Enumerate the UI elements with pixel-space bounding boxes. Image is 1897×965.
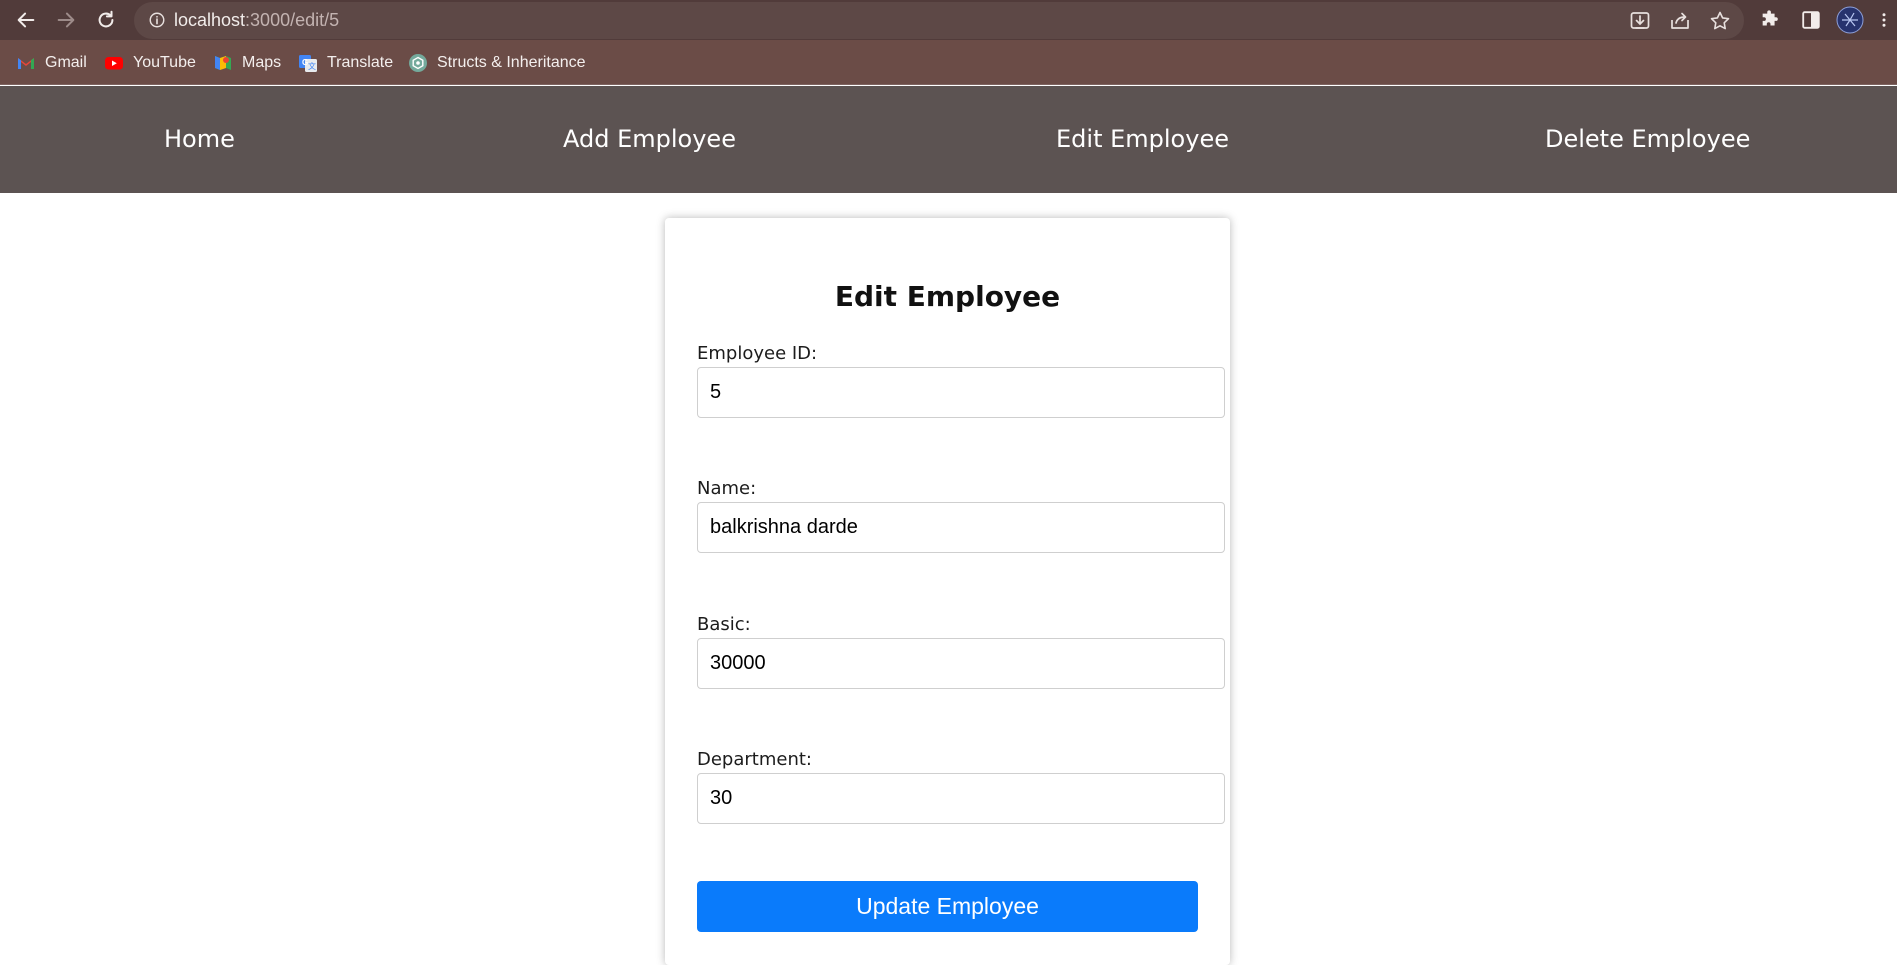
name-input[interactable] (697, 502, 1225, 553)
url-host: localhost (174, 10, 246, 30)
bookmark-label: YouTube (133, 54, 196, 71)
basic-input[interactable] (697, 638, 1225, 689)
forward-button[interactable] (50, 4, 82, 36)
back-button[interactable] (10, 4, 42, 36)
nav-edit-employee-link[interactable]: Edit Employee (1056, 124, 1229, 154)
youtube-icon (105, 57, 123, 70)
bookmark-label: Gmail (45, 54, 87, 71)
maps-icon (215, 56, 231, 70)
employee-id-input[interactable] (697, 367, 1225, 418)
nav-add-employee-link[interactable]: Add Employee (563, 124, 736, 154)
side-panel-icon (1802, 11, 1820, 29)
arrow-right-icon (57, 12, 75, 28)
translate-icon: G文 (299, 55, 317, 72)
bookmark-star-icon[interactable] (1708, 9, 1732, 33)
address-bar[interactable]: localhost:3000/edit/5 (134, 2, 1744, 39)
bookmark-gmail[interactable]: Gmail (16, 51, 87, 75)
arrow-left-icon (17, 12, 35, 28)
bookmark-structs-inheritance[interactable]: Structs & Inheritance (408, 51, 586, 75)
app-navbar: Home Add Employee Edit Employee Delete E… (0, 86, 1897, 193)
bookmark-label: Translate (327, 54, 394, 71)
department-input[interactable] (697, 773, 1225, 824)
edit-employee-form: Edit Employee Employee ID: Name: Basic: … (665, 218, 1230, 965)
chatgpt-icon (409, 54, 427, 72)
puzzle-icon (1762, 10, 1778, 26)
gmail-icon (18, 58, 34, 69)
more-vertical-icon (1882, 13, 1886, 27)
url-path: :3000/edit/5 (245, 10, 340, 30)
form-title: Edit Employee (834, 280, 1061, 313)
bookmark-translate[interactable]: G文 Translate (298, 51, 393, 75)
nav-delete-employee-link[interactable]: Delete Employee (1545, 124, 1750, 154)
reload-button[interactable] (90, 4, 122, 36)
svg-text:文: 文 (308, 61, 316, 71)
menu-button[interactable] (1874, 6, 1894, 34)
reload-icon (98, 10, 114, 28)
bookmark-label: Maps (242, 54, 282, 71)
extensions-button[interactable] (1756, 6, 1784, 34)
update-employee-button[interactable]: Update Employee (697, 881, 1198, 932)
nav-home-link[interactable]: Home (164, 124, 235, 154)
employee-id-label: Employee ID: (697, 343, 818, 364)
bookmark-youtube[interactable]: YouTube (104, 51, 196, 75)
info-icon[interactable] (148, 11, 166, 29)
share-icon[interactable] (1668, 9, 1692, 33)
bookmark-label: Structs & Inheritance (437, 54, 586, 71)
browser-toolbar: localhost:3000/edit/5 (0, 0, 1897, 40)
profile-avatar[interactable] (1836, 6, 1864, 34)
side-panel-button[interactable] (1797, 6, 1825, 34)
url-text[interactable]: localhost:3000/edit/5 (174, 10, 339, 31)
name-label: Name: (697, 478, 757, 499)
basic-label: Basic: (697, 614, 751, 635)
department-label: Department: (697, 749, 812, 770)
bookmarks-bar: Gmail YouTube Maps G文 Translate Structs … (0, 40, 1897, 85)
install-app-icon[interactable] (1628, 9, 1652, 33)
bookmark-maps[interactable]: Maps (213, 51, 281, 75)
avatar-icon (1836, 6, 1864, 34)
